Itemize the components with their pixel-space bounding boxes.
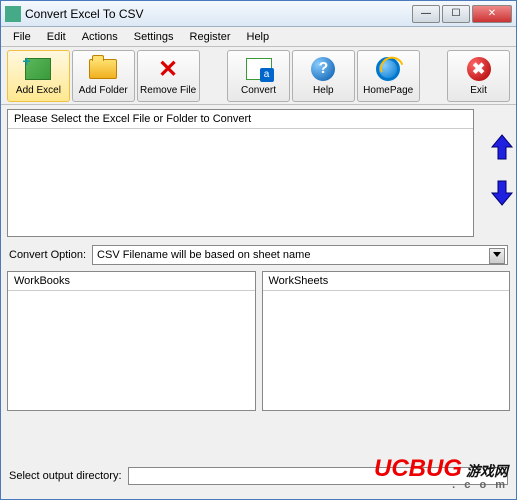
- toolbar: Add Excel Add Folder ✕ Remove File Conve…: [1, 47, 516, 105]
- window-title: Convert Excel To CSV: [25, 7, 412, 21]
- output-directory-label: Select output directory:: [9, 470, 122, 482]
- exit-label: Exit: [470, 85, 487, 96]
- help-label: Help: [313, 85, 334, 96]
- add-excel-button[interactable]: Add Excel: [7, 50, 70, 102]
- excel-icon: [24, 55, 52, 83]
- main-area: Please Select the Excel File or Folder t…: [1, 105, 516, 415]
- homepage-label: HomePage: [363, 85, 413, 96]
- remove-file-label: Remove File: [140, 85, 196, 96]
- help-button[interactable]: ? Help: [292, 50, 355, 102]
- menu-actions[interactable]: Actions: [74, 29, 126, 45]
- reorder-arrows: [490, 133, 514, 207]
- close-button[interactable]: ✕: [472, 5, 512, 23]
- file-list-header: Please Select the Excel File or Folder t…: [8, 110, 473, 129]
- maximize-button[interactable]: ☐: [442, 5, 470, 23]
- menu-settings[interactable]: Settings: [126, 29, 182, 45]
- remove-file-button[interactable]: ✕ Remove File: [137, 50, 200, 102]
- menu-help[interactable]: Help: [239, 29, 278, 45]
- menubar: File Edit Actions Settings Register Help: [1, 27, 516, 47]
- add-excel-label: Add Excel: [16, 85, 61, 96]
- split-panels: WorkBooks WorkSheets: [7, 271, 510, 411]
- convert-option-row: Convert Option: CSV Filename will be bas…: [7, 245, 510, 265]
- add-folder-button[interactable]: Add Folder: [72, 50, 135, 102]
- watermark: UCBUG游戏网 . c o m: [374, 455, 508, 491]
- move-up-button[interactable]: [490, 133, 514, 161]
- window-controls: — ☐ ✕: [412, 5, 512, 23]
- convert-button[interactable]: Convert: [227, 50, 290, 102]
- menu-register[interactable]: Register: [182, 29, 239, 45]
- move-down-button[interactable]: [490, 179, 514, 207]
- watermark-brand: UCBUG: [374, 455, 462, 482]
- folder-icon: [89, 55, 117, 83]
- menu-file[interactable]: File: [5, 29, 39, 45]
- convert-icon: [245, 55, 273, 83]
- worksheets-panel[interactable]: WorkSheets: [262, 271, 511, 411]
- minimize-button[interactable]: —: [412, 5, 440, 23]
- app-icon: [5, 6, 21, 22]
- homepage-icon: [374, 55, 402, 83]
- workbooks-header: WorkBooks: [8, 272, 255, 291]
- worksheets-header: WorkSheets: [263, 272, 510, 291]
- help-icon: ?: [309, 55, 337, 83]
- exit-icon: ✖: [465, 55, 493, 83]
- chevron-down-icon: [493, 252, 501, 257]
- convert-option-label: Convert Option:: [9, 249, 86, 261]
- homepage-button[interactable]: HomePage: [357, 50, 420, 102]
- convert-option-select[interactable]: CSV Filename will be based on sheet name: [92, 245, 508, 265]
- remove-icon: ✕: [154, 55, 182, 83]
- menu-edit[interactable]: Edit: [39, 29, 74, 45]
- app-window: Convert Excel To CSV — ☐ ✕ File Edit Act…: [0, 0, 517, 500]
- titlebar: Convert Excel To CSV — ☐ ✕: [1, 1, 516, 27]
- add-folder-label: Add Folder: [79, 85, 128, 96]
- workbooks-panel[interactable]: WorkBooks: [7, 271, 256, 411]
- exit-button[interactable]: ✖ Exit: [447, 50, 510, 102]
- convert-label: Convert: [241, 85, 276, 96]
- convert-option-value: CSV Filename will be based on sheet name: [97, 249, 310, 261]
- file-list-box[interactable]: Please Select the Excel File or Folder t…: [7, 109, 474, 237]
- watermark-suffix: 游戏网: [466, 463, 508, 479]
